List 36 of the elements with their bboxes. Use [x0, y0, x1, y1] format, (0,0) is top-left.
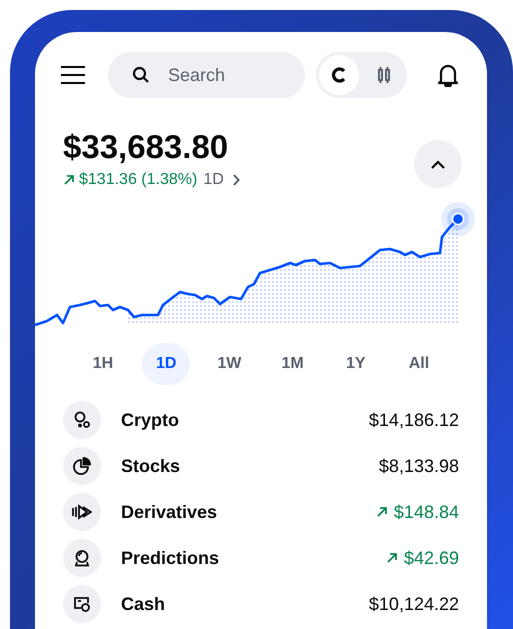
asset-name[interactable]: Stocks [121, 452, 180, 480]
asset-value: $148.84 [394, 500, 459, 524]
bell-icon[interactable] [437, 63, 459, 87]
coin-view-button[interactable] [319, 55, 359, 95]
asset-name[interactable]: Cash [121, 590, 166, 618]
crystal-ball-icon [73, 549, 91, 567]
timeframe-tab[interactable]: All [394, 343, 443, 385]
chevron-right-icon[interactable] [232, 174, 240, 186]
menu-icon[interactable] [61, 66, 85, 84]
asset-value: $42.69 [404, 546, 459, 570]
timeframe-tab[interactable]: 1W [205, 343, 254, 385]
fast-forward-icon [72, 504, 92, 520]
asset-name[interactable]: Derivatives [121, 498, 218, 526]
timeframe-tab[interactable]: 1M [268, 343, 317, 385]
search-input: Search [168, 62, 278, 88]
asset-value: $14,186.12 [368, 408, 459, 432]
balance-change: $131.36 (1.38%) [79, 170, 198, 190]
up-arrow-icon [63, 174, 75, 186]
search-field[interactable]: Search [108, 52, 305, 98]
asset-name[interactable]: Predictions [121, 544, 220, 572]
balance-amount: $33,683.80 [63, 128, 230, 166]
asset-name[interactable]: Crypto [121, 406, 179, 434]
timeframe-tab[interactable]: 1Y [332, 343, 380, 385]
period-label: 1D [203, 170, 224, 190]
timeframe-tab[interactable]: 1D [142, 343, 190, 385]
chevron-up-icon [431, 160, 445, 168]
coins-icon [73, 411, 91, 429]
timeframe-tab[interactable]: 1H [79, 343, 127, 385]
current-point-marker [441, 202, 475, 236]
coin-icon [330, 66, 348, 84]
asset-value: $10,124.22 [368, 592, 459, 616]
pie-chart-icon [73, 457, 91, 475]
asset-value: $8,133.98 [378, 454, 459, 478]
search-icon [132, 66, 150, 84]
cash-icon [73, 595, 91, 613]
candlestick-icon [377, 67, 391, 83]
